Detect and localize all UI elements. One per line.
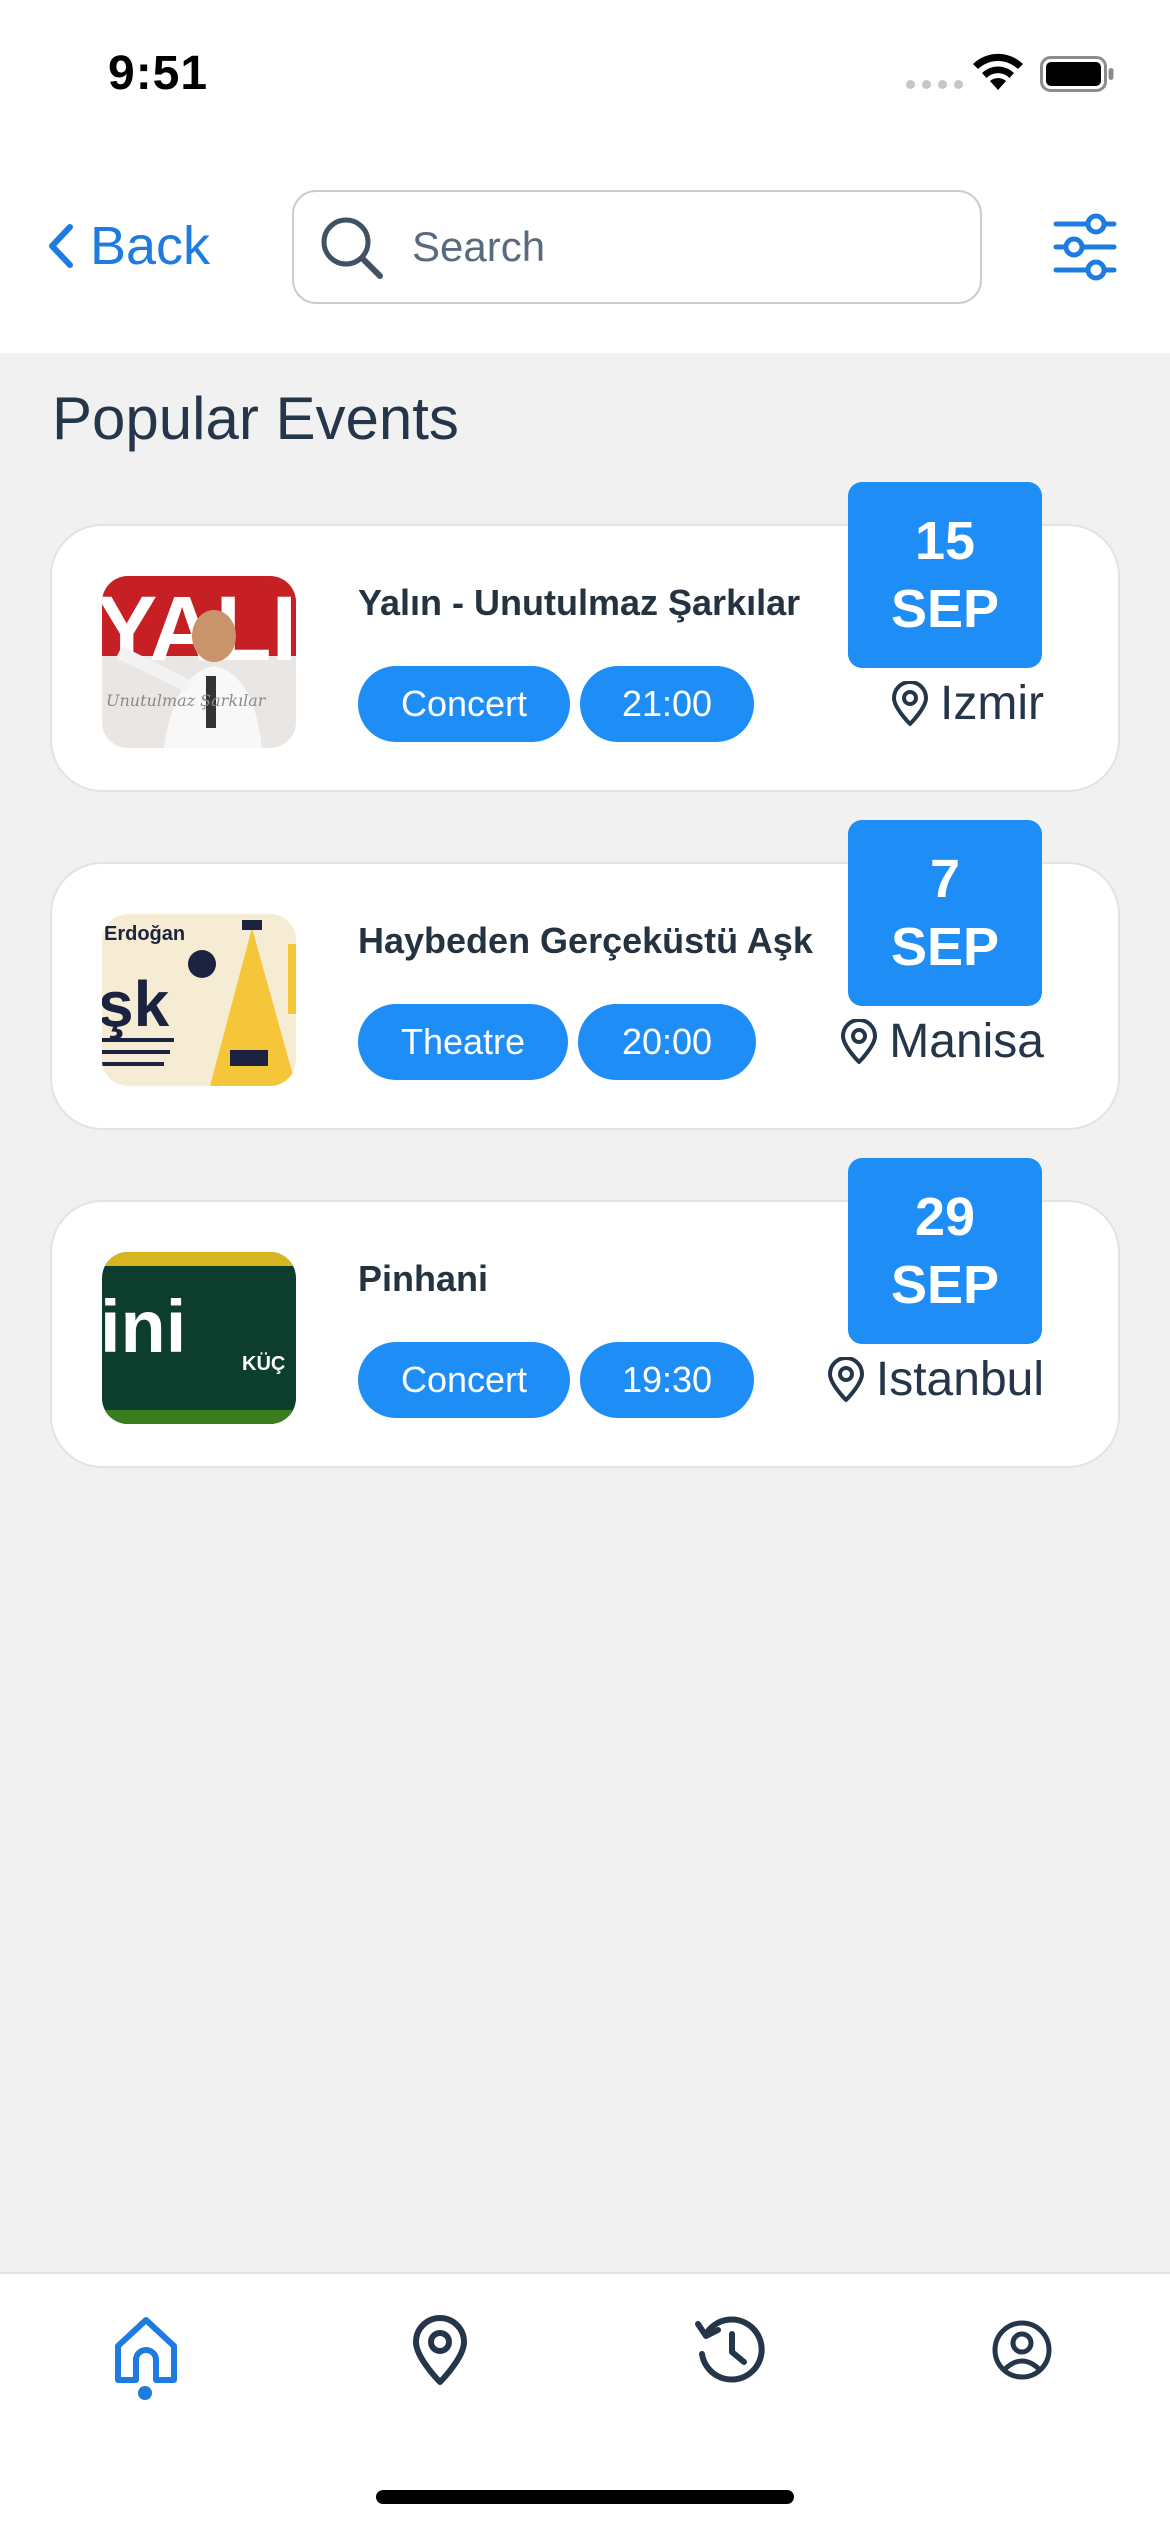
date-day: 15: [914, 511, 976, 571]
event-card[interactable]: ini KÜÇ Pinhani Concert 19:30 29 SEP Ist…: [50, 1158, 1120, 1468]
thumbnail-text: ini: [102, 1285, 186, 1368]
event-title: Haybeden Gerçeküstü Aşk: [358, 920, 813, 961]
category-tag[interactable]: Theatre: [358, 1004, 568, 1080]
location-label: Istanbul: [875, 1353, 1044, 1406]
tab-bar: [0, 2272, 1170, 2532]
status-bar: 9:51: [0, 0, 1170, 140]
date-badge: 29 SEP: [848, 1158, 1042, 1344]
event-thumbnail: YALIN Unutulmaz Şarkılar: [102, 576, 296, 748]
location-label: Izmir: [940, 677, 1044, 730]
search-box[interactable]: [292, 190, 982, 304]
home-icon: [115, 2317, 177, 2383]
app-screen: 9:51 Back Search Popular Events Unutulma…: [0, 0, 1170, 2532]
date-badge: 15 SEP: [848, 482, 1042, 668]
date-day: 7: [929, 849, 961, 909]
filter-settings-icon[interactable]: [1050, 212, 1120, 282]
location-pin-icon: [892, 680, 929, 726]
chevron-left-icon: [49, 224, 73, 268]
thumbnail-script-text: Unutulmaz Şarkılar: [106, 691, 267, 710]
location-pin-icon: [827, 1356, 864, 1402]
date-badge: 7 SEP: [848, 820, 1042, 1006]
category-tag[interactable]: Concert: [358, 1342, 570, 1418]
thumbnail-text-2: şk: [102, 968, 170, 1040]
event-thumbnail: Erdoğan şk: [102, 914, 296, 1086]
map-pin-icon: [413, 2315, 467, 2385]
tab-map[interactable]: [400, 2310, 480, 2390]
section-title: Popular Events: [52, 385, 459, 452]
event-card[interactable]: Erdoğan şk Haybeden Gerçeküstü Aşk Theat…: [50, 820, 1120, 1130]
event-location: Istanbul: [826, 1352, 1044, 1407]
event-location: Manisa: [839, 1014, 1044, 1069]
category-tag[interactable]: Concert: [358, 666, 570, 742]
battery-icon: [1040, 56, 1114, 92]
history-icon: [695, 2316, 765, 2383]
thumbnail-text-2: KÜÇ: [242, 1352, 285, 1375]
home-indicator[interactable]: [376, 2490, 794, 2504]
active-tab-indicator: [138, 2386, 152, 2400]
event-title: Pinhani: [358, 1258, 489, 1299]
back-button[interactable]: Back: [46, 210, 210, 282]
back-label: Back: [90, 216, 211, 276]
event-title: Yalın - Unutulmaz Şarkılar: [358, 582, 801, 623]
search-input[interactable]: [412, 223, 972, 271]
time-tag[interactable]: 20:00: [578, 1004, 756, 1080]
location-pin-icon: [841, 1018, 878, 1064]
event-location: Izmir: [890, 676, 1044, 731]
location-label: Manisa: [889, 1015, 1044, 1068]
date-month: SEP: [890, 579, 1000, 639]
search-icon: [321, 217, 383, 279]
status-time: 9:51: [108, 47, 209, 100]
date-month: SEP: [890, 917, 1000, 977]
wifi-icon: [973, 53, 1023, 90]
date-month: SEP: [890, 1255, 1000, 1315]
tab-history[interactable]: [690, 2310, 770, 2390]
time-tag[interactable]: 21:00: [580, 666, 754, 742]
thumbnail-text: Erdoğan: [104, 923, 185, 945]
date-day: 29: [914, 1187, 976, 1247]
tab-home[interactable]: [106, 2310, 186, 2390]
time-tag[interactable]: 19:30: [580, 1342, 754, 1418]
profile-icon: [992, 2320, 1052, 2380]
event-card[interactable]: YALIN Unutulmaz Şarkılar Yalın - Unutulm…: [50, 482, 1120, 792]
header: Back: [0, 140, 1170, 353]
event-thumbnail: ini KÜÇ: [102, 1252, 296, 1424]
cellular-signal-icon: [906, 80, 963, 89]
tab-profile[interactable]: [982, 2310, 1062, 2390]
